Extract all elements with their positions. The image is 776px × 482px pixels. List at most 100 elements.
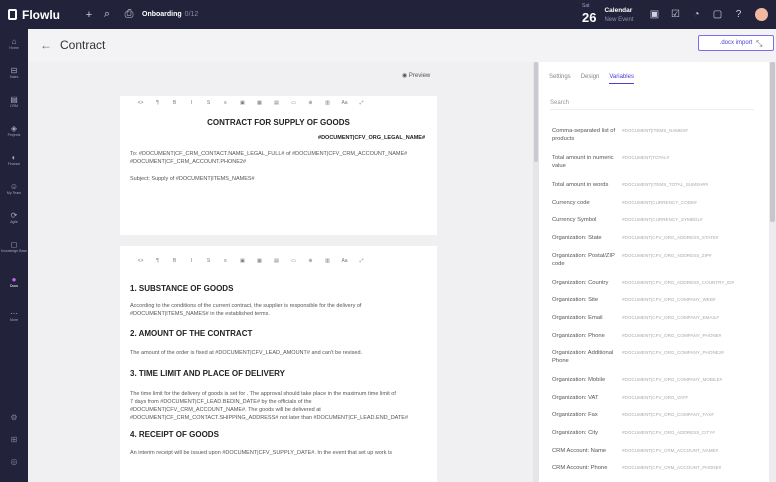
list-icon[interactable]: ≡ bbox=[217, 256, 234, 267]
italic-icon[interactable]: I bbox=[183, 256, 200, 267]
fullscreen-icon[interactable]: ⤢ bbox=[353, 98, 370, 109]
sidebar-item-projects[interactable]: ◈ Projects bbox=[0, 124, 28, 137]
avatar[interactable] bbox=[755, 8, 768, 21]
sidebar-item-more[interactable]: ⋯ More bbox=[0, 309, 28, 322]
variable-code[interactable]: #DOCUMENT|CURRENCY_CODE# bbox=[622, 199, 697, 207]
variable-row[interactable]: Organization: Fax #DOCUMENT|CFV_ORG_COMPA… bbox=[552, 411, 757, 419]
variable-row[interactable]: Organization: Country #DOCUMENT|CFV_ORG_A… bbox=[552, 279, 757, 287]
variable-code[interactable]: #DOCUMENT|CFV_ORG_COMPANY_EMAIL# bbox=[622, 314, 719, 322]
italic-icon[interactable]: I bbox=[183, 98, 200, 109]
font-size-icon[interactable]: Aa bbox=[336, 98, 353, 109]
variable-code[interactable]: #DOCUMENT|CFV_ORG_ADDRESS_CITY# bbox=[622, 429, 715, 437]
help-circle-icon[interactable]: ◎ bbox=[0, 457, 28, 466]
variable-code[interactable]: #DOCUMENT|CFV_ORG_COMPANY_PHONE2# bbox=[622, 349, 724, 365]
link-icon[interactable]: ⊕ bbox=[302, 98, 319, 109]
variable-row[interactable]: Comma-separated list of products #DOCUMEN… bbox=[552, 127, 757, 143]
link-icon[interactable]: ⊕ bbox=[302, 256, 319, 267]
variable-row[interactable]: Currency code #DOCUMENT|CURRENCY_CODE# bbox=[552, 199, 757, 207]
variable-code[interactable]: #DOCUMENT|ITEMS_NAMES# bbox=[622, 127, 688, 143]
variable-code[interactable]: #DOCUMENT|CFV_ORG_ADDRESS_ZIP# bbox=[622, 252, 712, 268]
variable-row[interactable]: CRM Account: Name #DOCUMENT|CFV_CRM_ACCOU… bbox=[552, 447, 757, 455]
help-icon[interactable]: ? bbox=[728, 9, 749, 20]
variable-code[interactable]: #DOCUMENT|CFV_CRM_ACCOUNT_PHONE# bbox=[622, 464, 721, 472]
bold-icon[interactable]: B bbox=[166, 98, 183, 109]
bold-icon[interactable]: B bbox=[166, 256, 183, 267]
variable-code[interactable]: #DOCUMENT|CFV_ORG_COMPANY_WEB# bbox=[622, 296, 716, 304]
variable-row[interactable]: Organization: City #DOCUMENT|CFV_ORG_ADDR… bbox=[552, 429, 757, 437]
code-icon[interactable]: <> bbox=[132, 98, 149, 109]
variable-code[interactable]: #DOCUMENT|CFV_ORG_COMPANY_FAX# bbox=[622, 411, 714, 419]
table-icon[interactable]: ▦ bbox=[251, 98, 268, 109]
search-icon[interactable]: ⌕ bbox=[98, 8, 116, 21]
sidebar-item-finance[interactable]: ◐ Finance bbox=[0, 153, 28, 166]
strike-icon[interactable]: S bbox=[200, 256, 217, 267]
variable-row[interactable]: Currency Symbol #DOCUMENT|CURRENCY_SYMBOL… bbox=[552, 216, 757, 224]
variable-row[interactable]: Organization: Additional Phone #DOCUMENT|… bbox=[552, 349, 757, 365]
collapse-panel-icon[interactable]: ⤡ bbox=[756, 39, 762, 49]
variable-code[interactable]: #DOCUMENT|TOTAL# bbox=[622, 154, 669, 170]
sidebar-item-home[interactable]: ⌂ Home bbox=[0, 37, 28, 50]
list-icon[interactable]: ≡ bbox=[217, 98, 234, 109]
settings-icon[interactable]: ⚙ bbox=[0, 413, 28, 422]
frame-icon[interactable]: ▭ bbox=[285, 98, 302, 109]
sidebar-item-docs[interactable]: ● Docs bbox=[0, 275, 28, 288]
variable-row[interactable]: Organization: State #DOCUMENT|CFV_ORG_ADD… bbox=[552, 234, 757, 242]
paragraph-icon[interactable]: ¶ bbox=[149, 256, 166, 267]
variable-code[interactable]: #DOCUMENT|CFV_ORG_COMPANY_PHONE# bbox=[622, 332, 721, 340]
block-icon[interactable]: ▤ bbox=[268, 256, 285, 267]
image-icon[interactable]: ▣ bbox=[234, 256, 251, 267]
variable-code[interactable]: #DOCUMENT|CFV_ORG_VAT# bbox=[622, 394, 688, 402]
variable-row[interactable]: Organization: Phone #DOCUMENT|CFV_ORG_COM… bbox=[552, 332, 757, 340]
variables-search-input[interactable]: Search bbox=[550, 100, 754, 110]
block-icon[interactable]: ▤ bbox=[268, 98, 285, 109]
variable-row[interactable]: Organization: VAT #DOCUMENT|CFV_ORG_VAT# bbox=[552, 394, 757, 402]
sidebar-item-sales[interactable]: ⊟ Sales bbox=[0, 66, 28, 79]
scrollbar-thumb[interactable] bbox=[534, 62, 538, 162]
variable-code[interactable]: #DOCUMENT|ITEMS_TOTAL_SUMSHR# bbox=[622, 181, 708, 189]
document-section-2[interactable]: <> ¶ B I S ≡ ▣ ▦ ▤ ▭ ⊕ ▥ Aa ⤢ 1. SUBSTAN… bbox=[120, 246, 437, 482]
image-icon[interactable]: ▣ bbox=[234, 98, 251, 109]
variable-row[interactable]: Organization: Mobile #DOCUMENT|CFV_ORG_CO… bbox=[552, 376, 757, 384]
new-event-link[interactable]: New Event bbox=[604, 16, 633, 25]
variable-code[interactable]: #DOCUMENT|CFV_CRM_ACCOUNT_NAME# bbox=[622, 447, 718, 455]
apps-icon[interactable]: ⊞ bbox=[0, 435, 28, 444]
sidebar-item-knowledge-base[interactable]: ◻ Knowledge Base bbox=[0, 240, 28, 253]
tab-design[interactable]: Design bbox=[581, 74, 600, 84]
variable-row[interactable]: Organization: Email #DOCUMENT|CFV_ORG_COM… bbox=[552, 314, 757, 322]
preview-button[interactable]: ◉ Preview bbox=[402, 72, 430, 79]
variable-icon[interactable]: ▥ bbox=[319, 256, 336, 267]
variable-code[interactable]: #DOCUMENT|CFV_ORG_ADDRESS_COUNTRY_ID# bbox=[622, 279, 734, 287]
variable-code[interactable]: #DOCUMENT|CURRENCY_SYMBOL# bbox=[622, 216, 703, 224]
variable-row[interactable]: Total amount in numeric value #DOCUMENT|T… bbox=[552, 154, 757, 170]
sidebar-item-agile[interactable]: ⟳ Agile bbox=[0, 211, 28, 224]
calendar-widget[interactable]: Sat 26 Calendar New Event bbox=[582, 3, 633, 27]
docx-import-button[interactable]: .docx import bbox=[698, 35, 774, 51]
tasks-icon[interactable]: ☑ bbox=[665, 9, 686, 20]
variable-row[interactable]: CRM Account: Phone #DOCUMENT|CFV_CRM_ACCO… bbox=[552, 464, 757, 472]
sidebar-item-crm[interactable]: ▤ CRM bbox=[0, 95, 28, 108]
paragraph-icon[interactable]: ¶ bbox=[149, 98, 166, 109]
variable-row[interactable]: Total amount in words #DOCUMENT|ITEMS_TOT… bbox=[552, 181, 757, 189]
document-section-1[interactable]: <> ¶ B I S ≡ ▣ ▦ ▤ ▭ ⊕ ▥ Aa ⤢ CONTRACT F… bbox=[120, 96, 437, 235]
inbox-icon[interactable]: ▣ bbox=[644, 9, 665, 20]
bell-icon[interactable]: ◔ bbox=[686, 9, 707, 20]
variable-icon[interactable]: ▥ bbox=[319, 98, 336, 109]
fullscreen-icon[interactable]: ⤢ bbox=[353, 256, 370, 267]
variable-code[interactable]: #DOCUMENT|CFV_ORG_ADDRESS_STATE# bbox=[622, 234, 719, 242]
variable-row[interactable]: Organization: Site #DOCUMENT|CFV_ORG_COMP… bbox=[552, 296, 757, 304]
table-icon[interactable]: ▦ bbox=[251, 256, 268, 267]
back-arrow-icon[interactable]: ← bbox=[40, 38, 52, 52]
tab-settings[interactable]: Settings bbox=[549, 74, 571, 84]
scrollbar-thumb[interactable] bbox=[770, 62, 775, 222]
sidebar-item-my-team[interactable]: ☺ My Team bbox=[0, 182, 28, 195]
app-logo[interactable]: Flowlu bbox=[0, 8, 80, 22]
variable-row[interactable]: Organization: Postal/ZIP code #DOCUMENT|C… bbox=[552, 252, 757, 268]
code-icon[interactable]: <> bbox=[132, 256, 149, 267]
chat-icon[interactable]: ▢ bbox=[707, 9, 728, 20]
variable-code[interactable]: #DOCUMENT|CFV_ORG_COMPANY_MOBILE# bbox=[622, 376, 722, 384]
tab-variables[interactable]: Variables bbox=[609, 74, 634, 84]
onboarding-widget[interactable]: ⎙ Onboarding 0/12 bbox=[120, 8, 199, 21]
strike-icon[interactable]: S bbox=[200, 98, 217, 109]
add-icon[interactable]: + bbox=[80, 9, 98, 21]
panel-scrollbar[interactable] bbox=[769, 62, 776, 482]
